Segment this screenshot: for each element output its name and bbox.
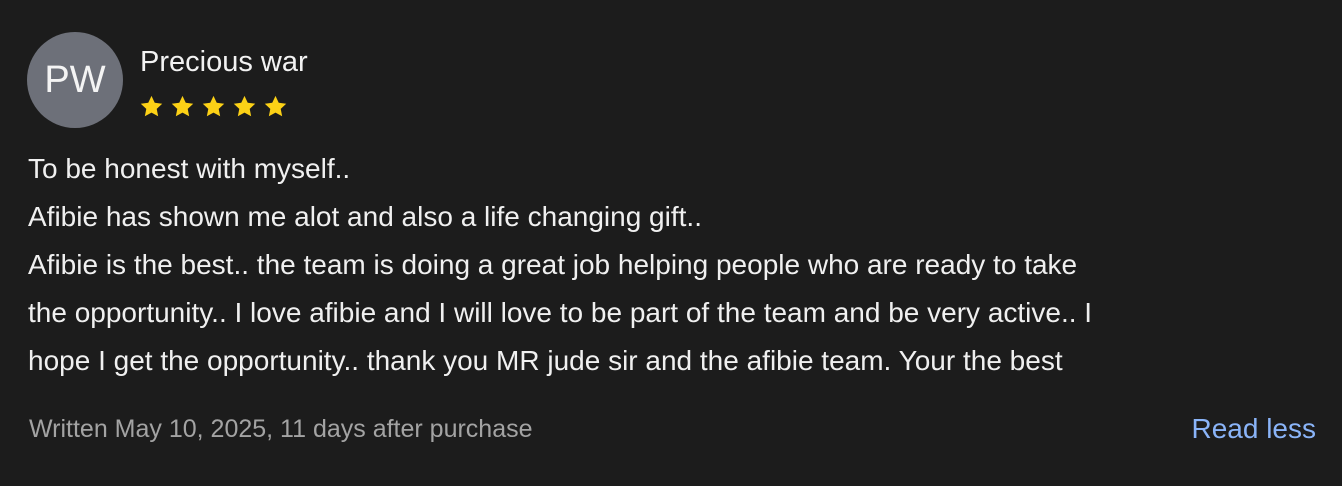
read-less-link[interactable]: Read less — [1191, 413, 1316, 445]
avatar: PW — [27, 32, 123, 128]
star-icon — [170, 94, 195, 119]
star-rating — [139, 94, 288, 119]
review-line: Afibie has shown me alot and also a life… — [28, 201, 702, 232]
review-date-meta: Written May 10, 2025, 11 days after purc… — [29, 415, 533, 443]
review-author: Precious war — [140, 46, 308, 78]
review-line: the opportunity.. I love afibie and I wi… — [28, 297, 1093, 328]
star-icon — [201, 94, 226, 119]
star-icon — [232, 94, 257, 119]
review-text: To be honest with myself.. Afibie has sh… — [28, 145, 1318, 385]
avatar-initials: PW — [44, 58, 106, 101]
star-icon — [139, 94, 164, 119]
review-line: hope I get the opportunity.. thank you M… — [28, 345, 1063, 376]
review-line: Afibie is the best.. the team is doing a… — [28, 249, 1078, 280]
review-line: To be honest with myself.. — [28, 153, 351, 184]
review-card: PW Precious war To be honest with myself… — [0, 0, 1342, 486]
star-icon — [263, 94, 288, 119]
